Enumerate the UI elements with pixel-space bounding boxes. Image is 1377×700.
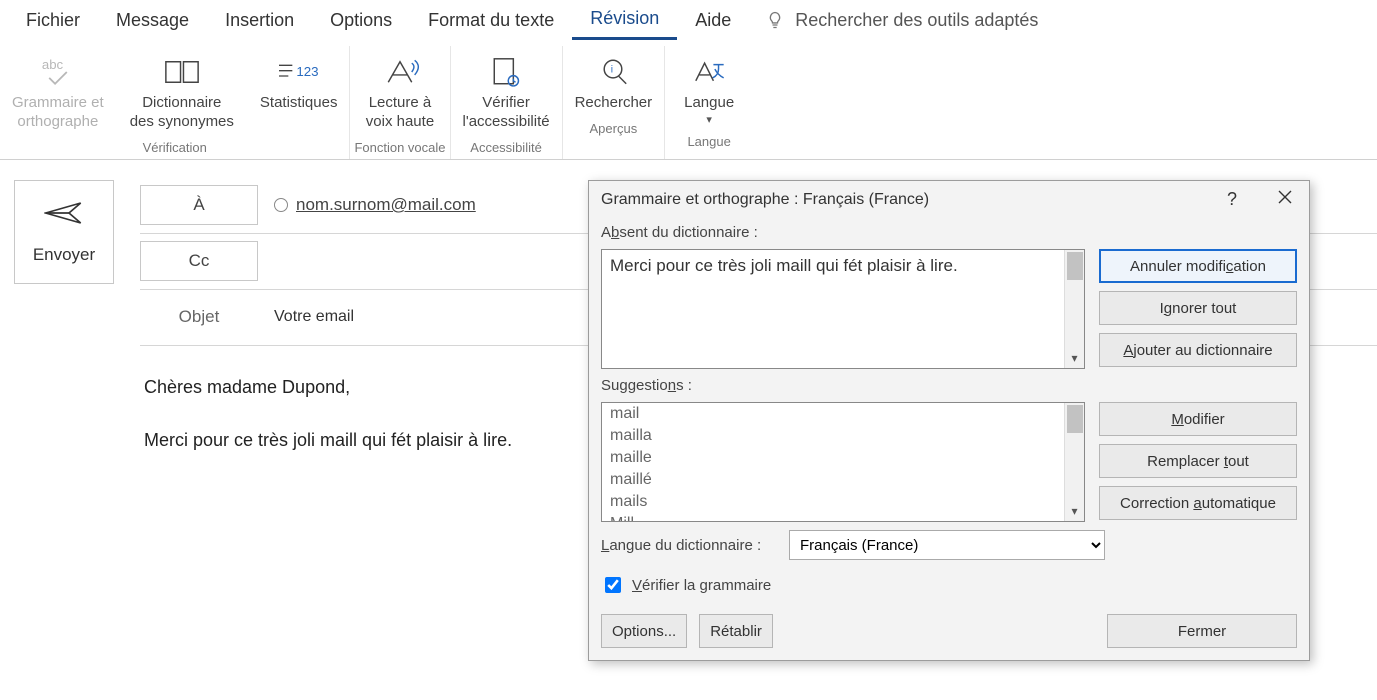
recipient-address[interactable]: nom.surnom@mail.com (296, 195, 476, 215)
tell-me-search[interactable]: Rechercher des outils adaptés (749, 10, 1038, 31)
suggestion-item[interactable]: mailla (602, 425, 1064, 447)
menu-options[interactable]: Options (312, 2, 410, 39)
spellcheck-dialog: Grammaire et orthographe : Français (Fra… (588, 180, 1310, 661)
dict-language-label: Langue du dictionnaire : (601, 537, 779, 554)
read-aloud-icon (378, 50, 422, 94)
statistics-label: Statistiques (260, 94, 338, 113)
reset-button[interactable]: Rétablir (699, 614, 773, 648)
suggestion-item[interactable]: maille (602, 447, 1064, 469)
spellcheck-button[interactable]: abc Grammaire et orthographe (4, 46, 112, 136)
language-icon (687, 50, 731, 94)
group-name-language: Langue (687, 134, 730, 149)
to-button[interactable]: À (140, 185, 258, 225)
smart-lookup-icon: i (591, 50, 635, 94)
dialog-close-button[interactable] (1271, 187, 1299, 212)
menu-bar: Fichier Message Insertion Options Format… (0, 0, 1377, 40)
chevron-down-icon: ▾ (706, 113, 712, 126)
language-button[interactable]: Langue ▾ (669, 46, 749, 130)
accessibility-check-button[interactable]: Vérifier l'accessibilité (455, 46, 558, 136)
svg-text:i: i (611, 65, 613, 76)
add-to-dictionary-button[interactable]: Ajouter au dictionnaire (1099, 333, 1297, 367)
close-button[interactable]: Fermer (1107, 614, 1297, 648)
group-name-insights: Aperçus (590, 121, 638, 136)
dialog-title: Grammaire et orthographe : Français (Fra… (601, 191, 929, 209)
menu-message[interactable]: Message (98, 2, 207, 39)
ribbon-group-insights: i Rechercher Aperçus (563, 46, 666, 159)
autocorrect-button[interactable]: Correction automatique (1099, 486, 1297, 520)
read-aloud-label: Lecture à voix haute (366, 94, 434, 132)
scroll-thumb[interactable] (1067, 405, 1083, 433)
menu-fichier[interactable]: Fichier (8, 2, 98, 39)
language-label: Langue (684, 94, 734, 113)
word-count-icon: 123 (275, 50, 323, 94)
spellcheck-label: Grammaire et orthographe (12, 94, 104, 132)
dialog-help-button[interactable]: ? (1221, 187, 1243, 212)
scroll-down-icon[interactable]: ▾ (1071, 348, 1077, 368)
svg-text:abc: abc (42, 57, 64, 72)
send-icon (44, 198, 84, 233)
dict-language-select[interactable]: Français (France) (789, 530, 1105, 560)
undo-edit-button[interactable]: Annuler modification (1099, 249, 1297, 283)
change-button[interactable]: Modifier (1099, 402, 1297, 436)
statistics-button[interactable]: 123 Statistiques (252, 46, 346, 117)
absent-label: Absent du dictionnaire : (601, 224, 1085, 241)
suggestions-label: Suggestions : (601, 377, 1085, 394)
suggestion-item[interactable]: mail (602, 403, 1064, 425)
suggestion-item[interactable]: maillé (602, 469, 1064, 491)
check-grammar-label: Vérifier la grammaire (632, 577, 771, 594)
svg-text:123: 123 (296, 64, 318, 79)
thesaurus-button[interactable]: Dictionnaire des synonymes (122, 46, 242, 136)
subject-label: Objet (140, 307, 258, 327)
abc-check-icon: abc (36, 50, 80, 94)
change-all-button[interactable]: Remplacer tout (1099, 444, 1297, 478)
group-name-verification: Vérification (143, 140, 207, 155)
suggestion-item[interactable]: mails (602, 491, 1064, 513)
subject-field[interactable]: Votre email (274, 308, 354, 326)
suggestions-list[interactable]: mail mailla maille maillé mails Mill ▾ (601, 402, 1085, 522)
group-name-accessibility: Accessibilité (470, 140, 542, 155)
menu-revision[interactable]: Révision (572, 0, 677, 40)
ribbon: abc Grammaire et orthographe Dictionnair… (0, 40, 1377, 160)
accessibility-icon (484, 50, 528, 94)
scrollbar[interactable]: ▾ (1064, 403, 1084, 521)
recipient-chip[interactable]: nom.surnom@mail.com (274, 195, 476, 215)
ignore-all-button[interactable]: Ignorer tout (1099, 291, 1297, 325)
menu-aide[interactable]: Aide (677, 2, 749, 39)
scrollbar[interactable]: ▾ (1064, 250, 1084, 368)
check-grammar-checkbox[interactable] (605, 577, 621, 593)
read-aloud-button[interactable]: Lecture à voix haute (358, 46, 442, 136)
thesaurus-icon (160, 50, 204, 94)
thesaurus-label: Dictionnaire des synonymes (130, 94, 234, 132)
sentence-text[interactable]: Merci pour ce très joli maill qui fét pl… (602, 250, 1064, 368)
smart-lookup-label: Rechercher (575, 94, 653, 113)
ribbon-group-language: Langue ▾ Langue (665, 46, 753, 159)
not-in-dictionary-box[interactable]: Merci pour ce très joli maill qui fét pl… (601, 249, 1085, 369)
accessibility-label: Vérifier l'accessibilité (463, 94, 550, 132)
menu-insertion[interactable]: Insertion (207, 2, 312, 39)
group-name-vocal: Fonction vocale (354, 140, 445, 155)
dialog-titlebar: Grammaire et orthographe : Français (Fra… (589, 181, 1309, 218)
send-button[interactable]: Envoyer (14, 180, 114, 284)
menu-format-texte[interactable]: Format du texte (410, 2, 572, 39)
tell-me-label: Rechercher des outils adaptés (795, 10, 1038, 31)
ribbon-group-verification: abc Grammaire et orthographe Dictionnair… (0, 46, 350, 159)
ribbon-group-accessibility: Vérifier l'accessibilité Accessibilité (451, 46, 563, 159)
options-button[interactable]: Options... (601, 614, 687, 648)
cc-button[interactable]: Cc (140, 241, 258, 281)
ribbon-group-vocal: Lecture à voix haute Fonction vocale (350, 46, 450, 159)
send-label: Envoyer (33, 245, 95, 265)
scroll-thumb[interactable] (1067, 252, 1083, 280)
smart-lookup-button[interactable]: i Rechercher (567, 46, 661, 117)
lightbulb-icon (765, 10, 785, 30)
suggestion-item[interactable]: Mill (602, 513, 1064, 521)
presence-icon (274, 198, 288, 212)
scroll-down-icon[interactable]: ▾ (1071, 501, 1077, 521)
